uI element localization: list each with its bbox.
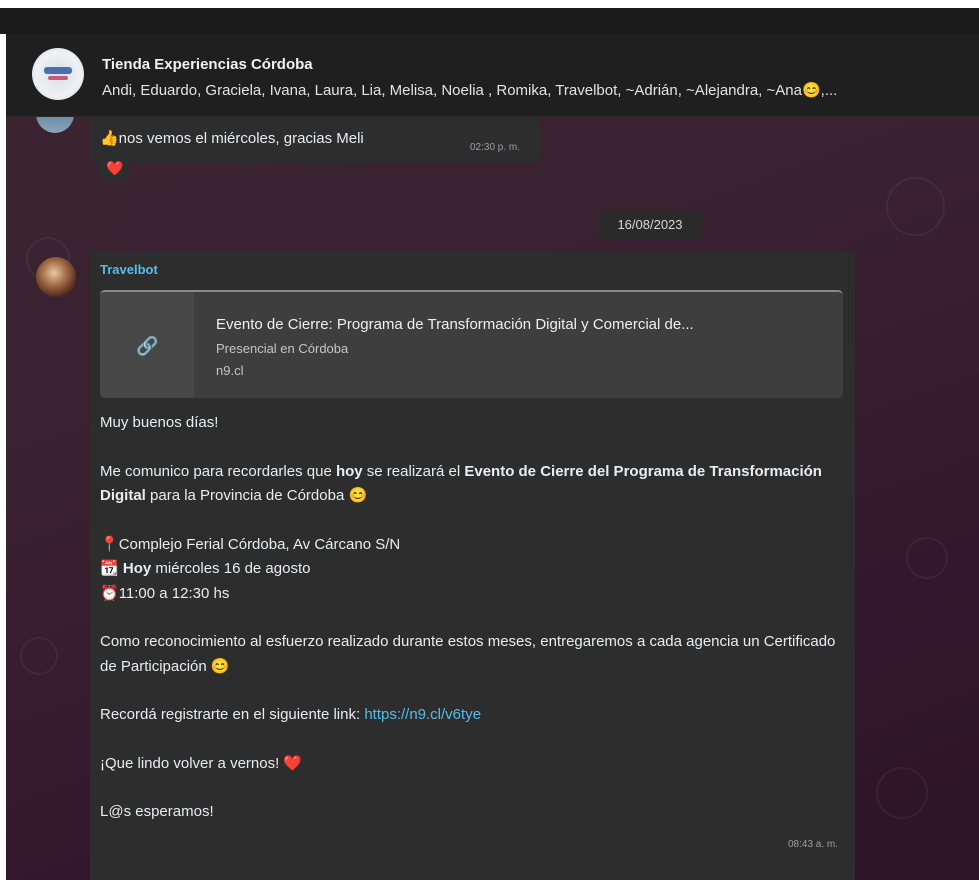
calendar-icon: 📆 (100, 560, 119, 577)
group-avatar[interactable] (32, 48, 84, 100)
chat-header[interactable]: Tienda Experiencias Córdoba Andi, Eduard… (6, 34, 979, 117)
group-logo-accent (48, 76, 68, 80)
wallpaper-doodle (906, 537, 948, 579)
date-text: miércoles 16 de agosto (151, 560, 311, 577)
link-preview-subtitle: Presencial en Córdoba (216, 341, 349, 356)
message-time: 02:30 p. m. (470, 142, 521, 153)
date-divider: 16/08/2023 (598, 211, 702, 239)
message-bubble[interactable]: 👍nos vemos el miércoles, gracias Meli 02… (90, 117, 540, 163)
message-body: Muy buenos días! Me comunico para record… (100, 411, 845, 825)
reminder-text-c: se realizará el (362, 462, 465, 480)
reminder-text-a: Me comunico para recordarles que (100, 462, 336, 480)
chat-window: Tienda Experiencias Córdoba Andi, Eduard… (6, 34, 979, 880)
link-preview-thumbnail: 🔗 (100, 292, 194, 398)
group-logo-mark (44, 67, 72, 74)
wallpaper-doodle (20, 637, 58, 675)
reminder-paragraph: Me comunico para recordarles que hoy se … (100, 460, 845, 509)
location-line: 📍Complejo Ferial Córdoba, Av Cárcano S/N (100, 533, 845, 558)
certificate-paragraph: Como reconocimiento al esfuerzo realizad… (100, 630, 845, 679)
link-icon: 🔗 (136, 336, 159, 356)
pin-icon: 📍 (100, 535, 119, 553)
group-name[interactable]: Tienda Experiencias Córdoba (102, 56, 313, 73)
heart-icon: ❤️ (283, 754, 303, 772)
smile-emoji-icon: 😊 (348, 487, 368, 504)
closing-line: ¡Que lindo volver a vernos! ❤️ (100, 752, 845, 777)
date-today: Hoy (122, 560, 152, 577)
greeting-line: Muy buenos días! (100, 414, 219, 431)
sender-avatar[interactable] (36, 117, 74, 133)
message-text: 👍nos vemos el miércoles, gracias Meli (100, 130, 364, 147)
link-preview-host: n9.cl (216, 363, 244, 378)
wallpaper-doodle (886, 177, 945, 236)
window-titlebar (0, 8, 979, 34)
signoff-line: L@s esperamos! (100, 803, 214, 820)
smile-emoji-icon: 😊 (210, 657, 230, 675)
message-time: 08:43 a. m. (788, 839, 839, 850)
heart-icon: ❤️ (106, 159, 124, 176)
register-text: Recordá registrarte en el siguiente link… (100, 706, 365, 723)
reaction-badge[interactable]: ❤️ (98, 155, 132, 181)
alarm-clock-icon: ⏰ (100, 584, 119, 602)
date-line: 📆 Hoy miércoles 16 de agosto (100, 557, 845, 582)
link-preview-title: Evento de Cierre: Programa de Transforma… (216, 316, 694, 333)
sender-name[interactable]: Travelbot (100, 262, 158, 277)
link-preview-card[interactable]: 🔗 Evento de Cierre: Programa de Transfor… (100, 290, 843, 398)
location-text: Complejo Ferial Córdoba, Av Cárcano S/N (118, 535, 401, 553)
group-members-list[interactable]: Andi, Eduardo, Graciela, Ivana, Laura, L… (102, 81, 979, 99)
reminder-today: hoy (335, 462, 363, 480)
hours-text: 11:00 a 12:30 hs (118, 584, 230, 602)
closing-text: ¡Que lindo volver a vernos! (100, 754, 284, 772)
wallpaper-doodle (876, 767, 928, 819)
register-line: Recordá registrarte en el siguiente link… (100, 703, 845, 728)
chat-area[interactable]: 👍nos vemos el miércoles, gracias Meli 02… (6, 117, 979, 880)
time-line: ⏰11:00 a 12:30 hs (100, 582, 845, 607)
reminder-text-e: para la Provincia de Córdoba (145, 487, 349, 504)
register-link[interactable]: https://n9.cl/v6tye (364, 706, 481, 723)
message-bubble-travelbot[interactable]: Travelbot 🔗 Evento de Cierre: Programa d… (90, 252, 855, 880)
sender-avatar-travelbot[interactable] (36, 257, 76, 297)
